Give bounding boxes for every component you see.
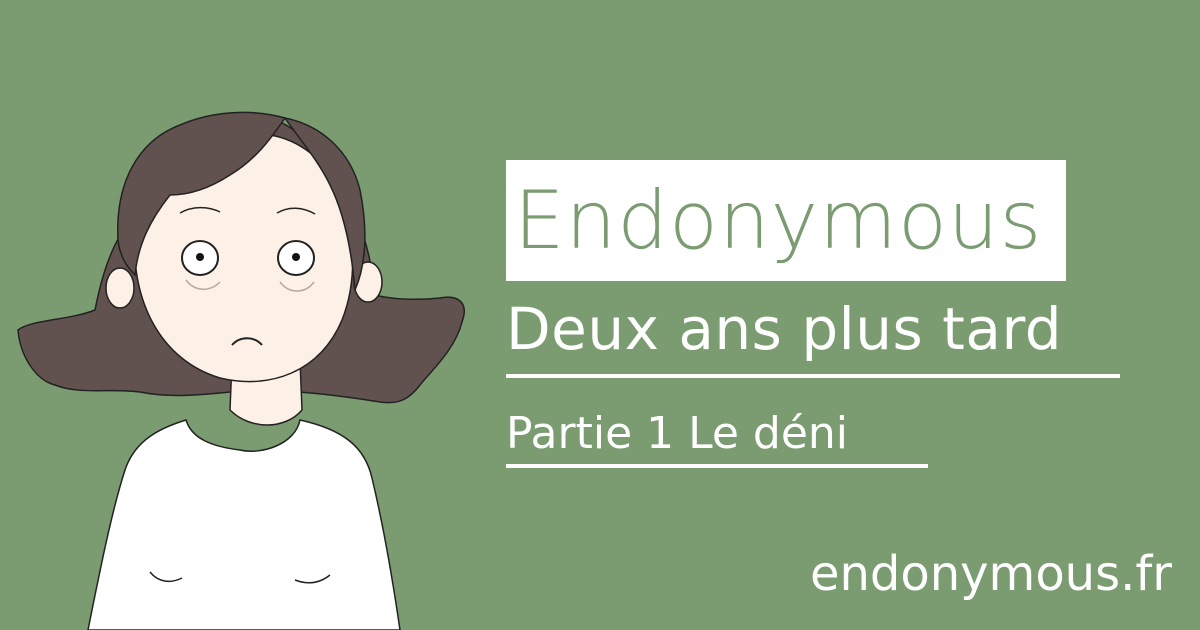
- episode-subtitle: Deux ans plus tard: [506, 295, 1063, 363]
- part-underline: [506, 464, 928, 468]
- left-pupil: [196, 253, 204, 261]
- title-box: Endonymous: [506, 160, 1066, 281]
- website-url: endonymous.fr: [809, 546, 1172, 602]
- left-ear: [105, 267, 135, 309]
- subtitle-underline: [506, 374, 1120, 378]
- site-title: Endonymous: [514, 173, 1043, 267]
- character-illustration: [17, 111, 465, 630]
- episode-part: Partie 1 Le déni: [506, 408, 849, 459]
- shirt: [87, 419, 401, 630]
- right-pupil: [292, 253, 300, 261]
